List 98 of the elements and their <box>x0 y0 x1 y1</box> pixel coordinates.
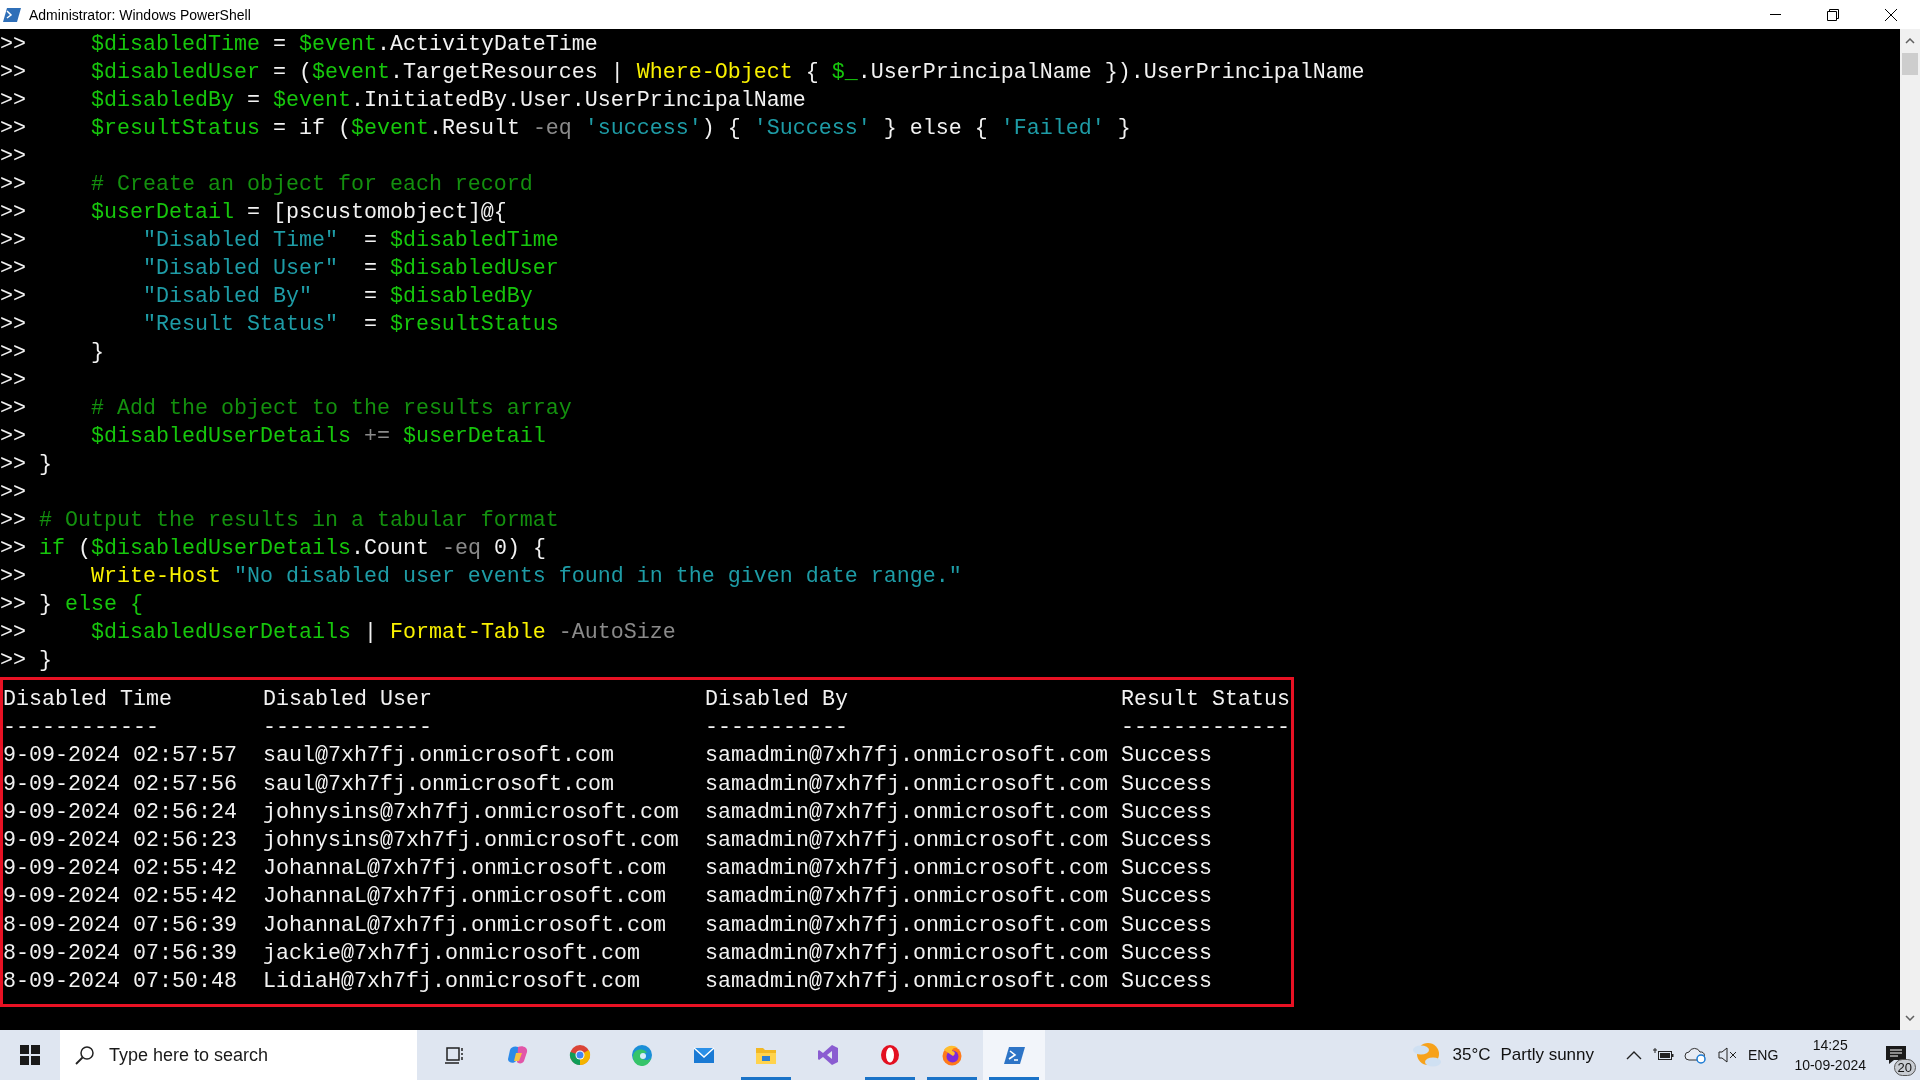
column-header: Disabled By <box>705 686 848 714</box>
code-line: >> } else { <box>0 591 143 619</box>
ribbon-logo-icon <box>817 1044 839 1066</box>
table-cell: samadmin@7xh7fj.onmicrosoft.com <box>705 798 1108 827</box>
table-cell: JohannaL@7xh7fj.onmicrosoft.com <box>263 883 666 912</box>
table-cell-text: 9-09-2024 02:56:23 <box>3 827 237 855</box>
table-cell-text: 8-09-2024 07:56:39 <box>3 939 237 968</box>
table-cell-text: Success <box>1121 939 1212 968</box>
header-underline: ------------- <box>1121 714 1290 743</box>
close-icon <box>1885 8 1897 21</box>
table-cell: johnysins@7xh7fj.onmicrosoft.com <box>263 798 679 827</box>
table-cell-text: Success <box>1121 827 1212 855</box>
code-line: >> $disabledUser = ($event.TargetResources | Where-Object { $_.UserPrincipalName }).UserPrincipalName <box>0 59 1365 87</box>
header-underline: ----------- <box>705 714 848 743</box>
prompt-line: >> <box>0 143 27 171</box>
terminal-prompt-icon <box>3 7 21 22</box>
window-title: Administrator: Windows PowerShell <box>29 6 251 23</box>
code-line: >> "Disabled User" = $disabledUser <box>0 255 559 283</box>
code-line: >> $userDetail = [pscustomobject]@{ <box>0 199 507 227</box>
table-cell: Success <box>1121 770 1212 799</box>
code-line: >> "Result Status" = $resultStatus <box>0 311 559 339</box>
code-line: >> } <box>0 451 52 479</box>
table-cell: Success <box>1121 855 1212 884</box>
table-cell-text: jackie@7xh7fj.onmicrosoft.com <box>263 939 640 968</box>
table-cell: 8-09-2024 07:56:39 <box>3 911 237 940</box>
notification-badge: 20 <box>1893 1059 1916 1076</box>
table-cell-text: johnysins@7xh7fj.onmicrosoft.com <box>263 827 679 855</box>
table-cell-text: samadmin@7xh7fj.onmicrosoft.com <box>705 827 1108 855</box>
table-cell: 9-09-2024 02:57:56 <box>3 770 237 799</box>
scrollbar-thumb[interactable] <box>1902 53 1918 75</box>
envelope-icon <box>693 1044 715 1066</box>
table-cell: saul@7xh7fj.onmicrosoft.com <box>263 770 614 799</box>
weather-condition-text[interactable]: Partly sunny <box>1500 1045 1595 1065</box>
notification-icon[interactable] <box>1885 1045 1907 1065</box>
code-line: >> } <box>0 339 104 367</box>
chevron-up-icon[interactable] <box>1626 1050 1643 1060</box>
code-line: >> $disabledTime = $event.ActivityDateTime <box>0 31 598 59</box>
windows-logo-icon <box>20 1045 40 1065</box>
table-cell: JohannaL@7xh7fj.onmicrosoft.com <box>263 855 666 884</box>
scrollbar[interactable] <box>1900 29 1920 1030</box>
table-cell: samadmin@7xh7fj.onmicrosoft.com <box>705 855 1108 884</box>
table-cell: 9-09-2024 02:55:42 <box>3 855 237 884</box>
table-cell: Success <box>1121 883 1212 912</box>
code-line: >> "Disabled Time" = $disabledTime <box>0 227 559 255</box>
code-line: >> } <box>0 647 52 675</box>
multicolor-logo-icon <box>507 1044 529 1066</box>
header-underline: ------------- <box>263 714 432 743</box>
code-line: >> $disabledUserDetails += $userDetail <box>0 423 546 451</box>
column-header: Disabled User <box>263 686 432 714</box>
taskbar-app-button[interactable] <box>983 1030 1045 1080</box>
table-cell: 9-09-2024 02:56:24 <box>3 798 237 827</box>
column-header: Result Status <box>1121 686 1290 714</box>
table-cell: samadmin@7xh7fj.onmicrosoft.com <box>705 911 1108 940</box>
code-line: >> "Disabled By" = $disabledBy <box>0 283 533 311</box>
cloud-sync-icon[interactable] <box>1684 1046 1709 1064</box>
caret-down-icon <box>1905 1015 1915 1021</box>
table-cell: Success <box>1121 798 1212 827</box>
code-line: >> # Add the object to the results array <box>0 395 572 423</box>
table-cell: 9-09-2024 02:55:42 <box>3 883 237 912</box>
battery-plug-icon[interactable] <box>1652 1048 1675 1062</box>
terminal-prompt-icon <box>1003 1044 1025 1066</box>
restore-icon <box>1827 8 1839 21</box>
column-header: Disabled Time <box>3 686 172 714</box>
tricolor-circle-icon <box>569 1044 591 1066</box>
table-cell-text: samadmin@7xh7fj.onmicrosoft.com <box>705 939 1108 968</box>
code-line: >> $disabledBy = $event.InitiatedBy.User.UserPrincipalName <box>0 87 806 115</box>
language-indicator[interactable]: ENG <box>1748 1047 1779 1063</box>
search-icon <box>75 1045 95 1065</box>
table-cell: saul@7xh7fj.onmicrosoft.com <box>263 742 614 771</box>
table-cell: Success <box>1121 911 1212 940</box>
wave-circle-icon <box>631 1044 653 1066</box>
table-cell: samadmin@7xh7fj.onmicrosoft.com <box>705 770 1108 799</box>
table-cell: JohannaL@7xh7fj.onmicrosoft.com <box>263 911 666 940</box>
search-field[interactable]: Type here to search <box>60 1030 417 1080</box>
ring-logo-icon <box>879 1044 901 1066</box>
table-cell: Success <box>1121 968 1212 997</box>
table-cell: LidiaH@7xh7fj.onmicrosoft.com <box>263 968 640 997</box>
speaker-muted-icon[interactable] <box>1718 1047 1739 1063</box>
code-line: >> # Create an object for each record <box>0 171 533 199</box>
table-cell: samadmin@7xh7fj.onmicrosoft.com <box>705 883 1108 912</box>
clock-button[interactable]: 14:25 10-09-2024 <box>1794 1035 1866 1075</box>
code-line: >> Write-Host "No disabled user events found in the given date range." <box>0 563 962 591</box>
table-cell: 8-09-2024 07:50:48 <box>3 968 237 997</box>
header-underline: ------------ <box>3 714 159 743</box>
code-line: >> if ($disabledUserDetails.Count -eq 0) { <box>0 535 546 563</box>
code-line: >> $resultStatus = if ($event.Result -eq 'success') { 'Success' } else { 'Failed' } <box>0 115 1131 143</box>
table-cell: samadmin@7xh7fj.onmicrosoft.com <box>705 742 1108 771</box>
flame-globe-icon <box>941 1044 963 1066</box>
table-cell: samadmin@7xh7fj.onmicrosoft.com <box>705 968 1108 997</box>
prompt-line: >> <box>0 367 27 395</box>
table-cell: Success <box>1121 742 1212 771</box>
table-cell: 9-09-2024 02:57:57 <box>3 742 237 771</box>
prompt-line: >> <box>0 479 27 507</box>
caret-up-icon <box>1905 38 1915 44</box>
code-line: >> $disabledUserDetails | Format-Table -AutoSize <box>0 619 676 647</box>
code-line: >> # Output the results in a tabular format <box>0 507 559 535</box>
temperature-text[interactable]: 35°C <box>1452 1045 1491 1065</box>
minimize-icon <box>1769 14 1781 15</box>
